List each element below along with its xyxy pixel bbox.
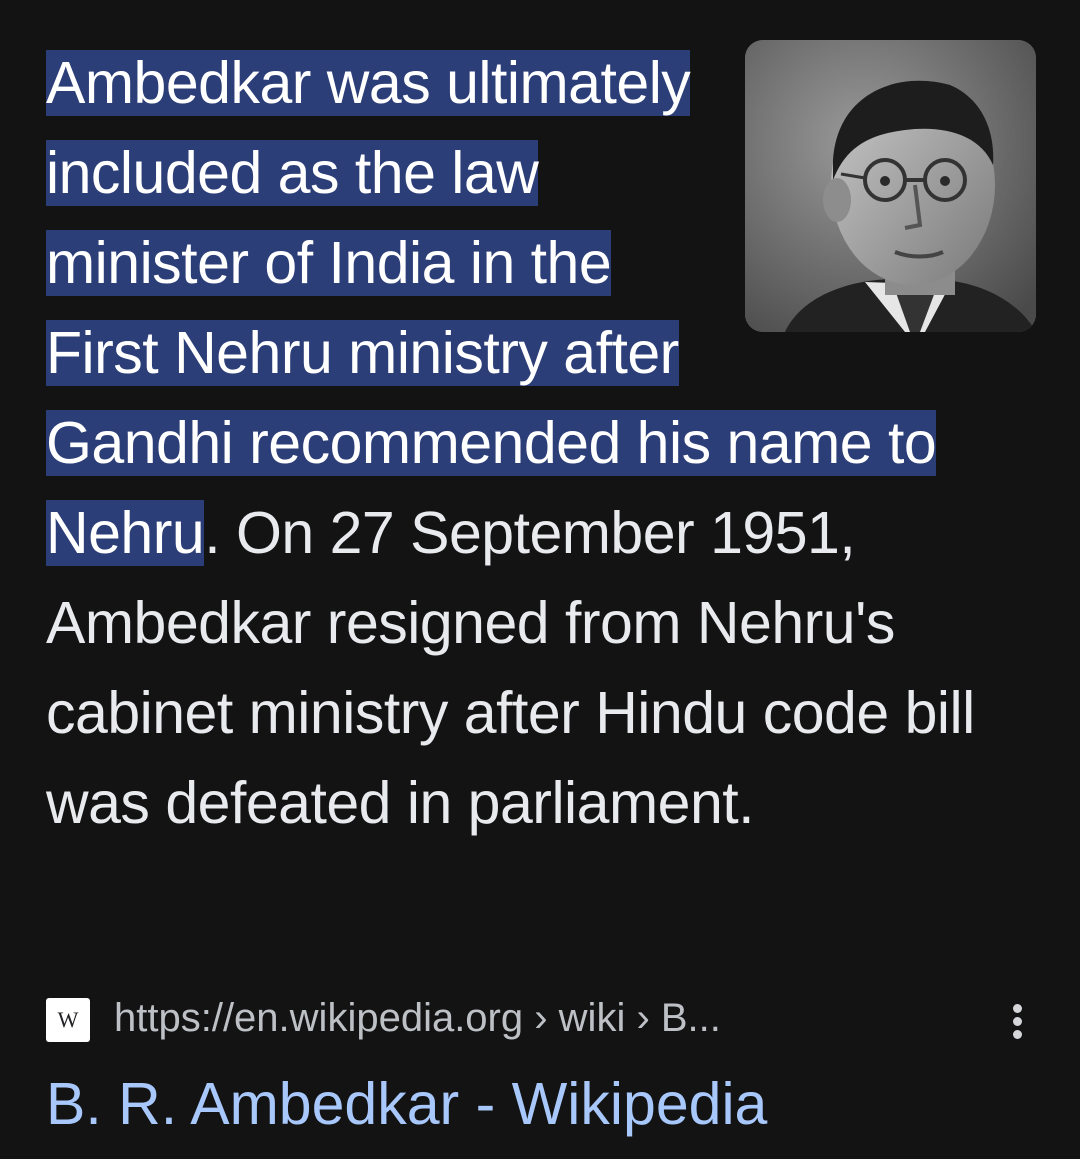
source-row[interactable]: W https://en.wikipedia.org › wiki › B... [46,988,1036,1048]
result-title-link[interactable]: B. R. Ambedkar - Wikipedia [46,1064,767,1144]
source-url[interactable]: https://en.wikipedia.org › wiki › B... [114,990,721,1046]
portrait-image [745,40,1036,332]
wikipedia-favicon-icon: W [46,998,90,1042]
featured-snippet: Ambedkar was ultimately included as the … [46,38,1036,848]
more-vert-icon[interactable] [1000,996,1036,1046]
portrait-thumbnail[interactable] [745,40,1036,332]
